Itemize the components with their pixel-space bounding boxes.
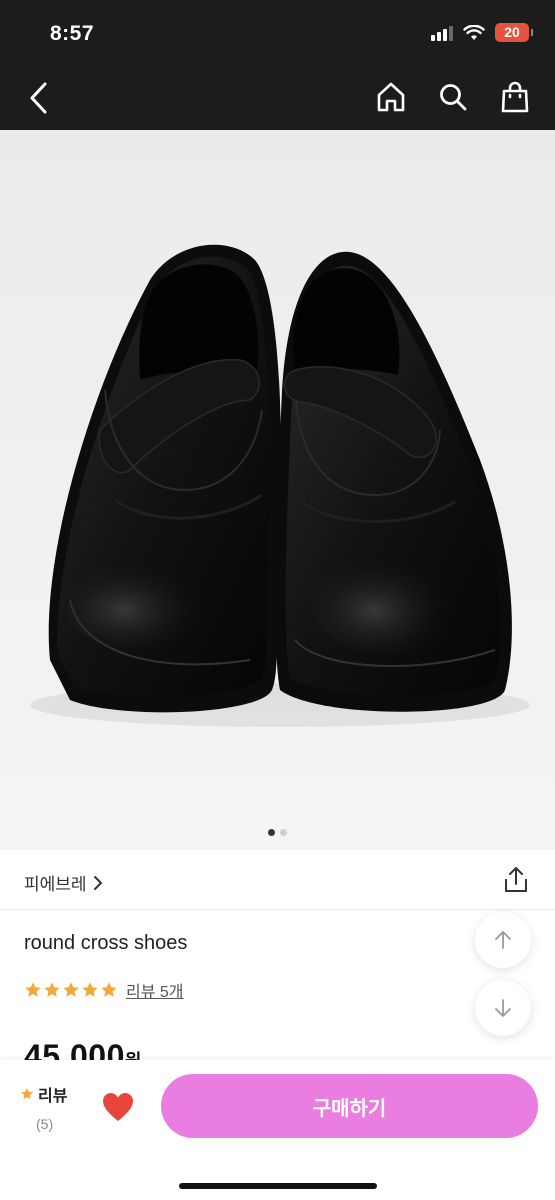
rating-row: 리뷰 5개 (24, 978, 184, 1002)
right-shoe (275, 251, 512, 712)
star-icon (25, 982, 41, 997)
price: 45,000원 (24, 1036, 142, 1060)
nav-actions (375, 78, 531, 116)
store-link[interactable]: 피에브레 (24, 870, 103, 895)
carousel-dot[interactable] (280, 829, 287, 836)
product-photo (30, 244, 530, 727)
product-title: round cross shoes (24, 932, 188, 954)
store-row: 피에브레 (0, 850, 555, 910)
status-icons: 20 (431, 23, 533, 42)
review-count-link[interactable]: 리뷰 5개 (126, 978, 184, 1002)
home-icon (377, 82, 405, 112)
review-label: 리뷰 (38, 1088, 68, 1105)
review-count: (5) (36, 1116, 54, 1132)
star-icon (82, 982, 98, 997)
search-button[interactable] (437, 78, 469, 116)
shopping-bag-icon (501, 81, 529, 113)
star-icon (63, 982, 79, 997)
bottom-action-bar: 리뷰 (5) 구매하기 (0, 1060, 555, 1200)
carousel-dot[interactable] (268, 829, 275, 836)
chevron-right-icon (93, 875, 102, 890)
chevron-left-icon (30, 82, 47, 114)
left-shoe (48, 244, 281, 713)
back-button[interactable] (24, 80, 56, 116)
price-amount: 45,000 (24, 1038, 125, 1060)
search-icon (440, 84, 467, 111)
share-button[interactable] (501, 865, 531, 895)
cart-button[interactable] (499, 78, 531, 116)
star-icon (21, 1088, 33, 1100)
star-icon (44, 982, 60, 997)
scroll-down-button[interactable] (475, 980, 531, 1036)
share-icon (505, 867, 527, 892)
status-time: 8:57 (50, 22, 95, 45)
star-rating (24, 981, 118, 999)
battery-icon: 20 (495, 23, 533, 42)
product-image-carousel[interactable] (0, 130, 555, 850)
star-icon (101, 982, 117, 997)
heart-icon (103, 1093, 133, 1121)
home-indicator (179, 1183, 377, 1189)
like-button[interactable] (100, 1090, 136, 1124)
review-summary[interactable]: 리뷰 (5) (20, 1082, 67, 1132)
signal-icon (431, 25, 453, 41)
buy-button[interactable]: 구매하기 (161, 1074, 538, 1138)
home-button[interactable] (375, 78, 407, 116)
arrow-up-icon (495, 931, 511, 949)
price-currency: 원 (125, 1051, 142, 1060)
scroll-up-button[interactable] (475, 912, 531, 968)
arrow-down-icon (495, 999, 511, 1017)
store-name: 피에브레 (24, 875, 87, 894)
top-bar: 8:57 20 (0, 0, 555, 130)
carousel-indicator (0, 829, 555, 836)
wifi-icon (463, 24, 485, 40)
